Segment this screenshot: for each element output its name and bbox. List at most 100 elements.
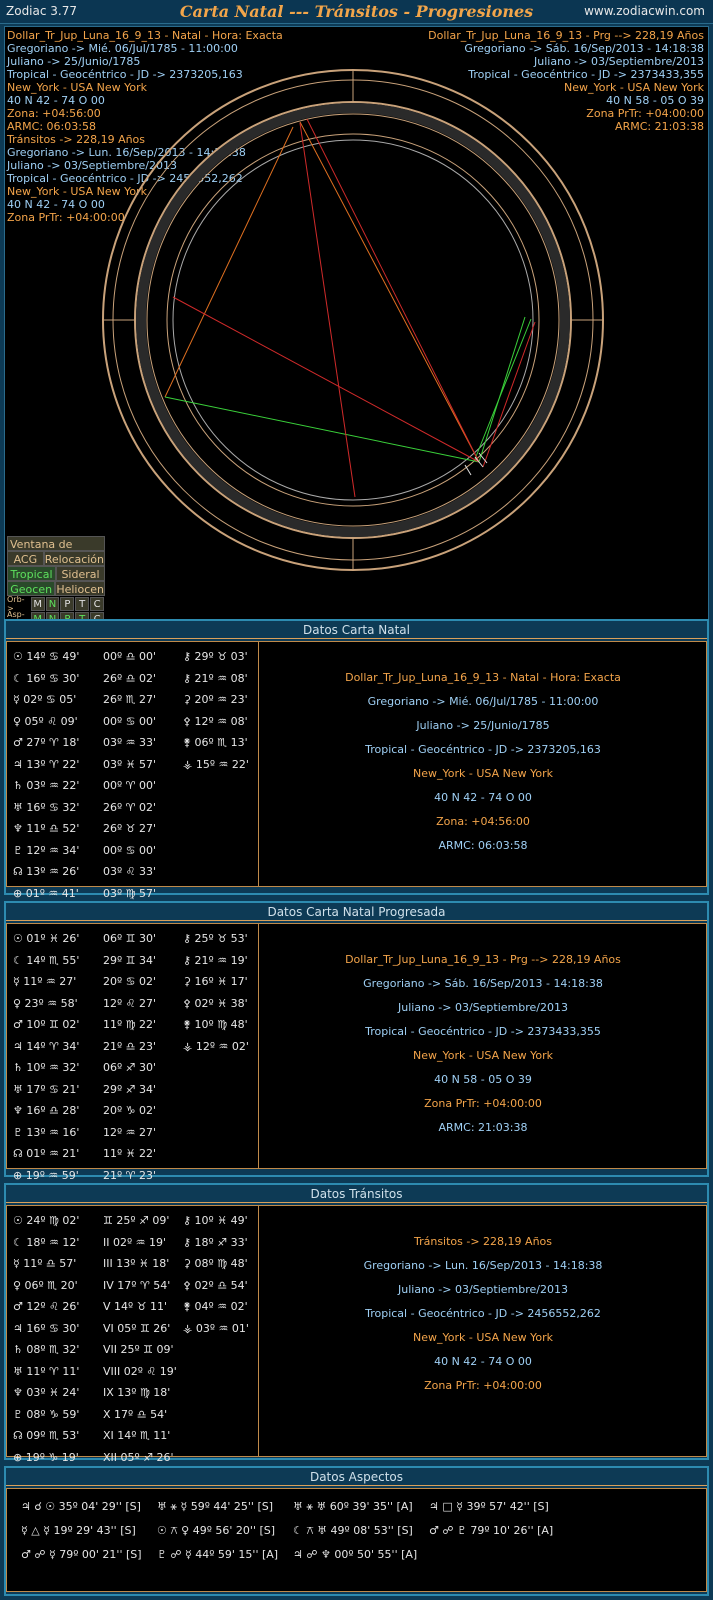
planet-cell: ☿ 11º ♒ 27' xyxy=(13,975,77,988)
orb-p-button[interactable]: P xyxy=(60,596,75,611)
natal-header: Datos Carta Natal xyxy=(6,621,707,639)
aspect-cell: ♅ ⚹ ♅ 60º 39' 35'' [A] xyxy=(293,1500,413,1513)
planet-cell: XI 14º ♏ 11' xyxy=(103,1429,171,1442)
planet-cell: 03º ♌ 33' xyxy=(103,865,157,878)
acg-button[interactable]: ACG xyxy=(7,551,44,566)
planet-row: ☊ 09º ♏ 53' XI 14º ♏ 11' xyxy=(7,1425,258,1447)
planet-cell: V 14º ♉ 11' xyxy=(103,1300,168,1313)
planet-row: ☉ 14º ♋ 49' 00º ♎ 00' ⚷ 29º ♉ 03' xyxy=(7,646,258,668)
planet-cell: ♇ 13º ♒ 16' xyxy=(13,1125,80,1139)
aspect-row: ♃ ☌ ☉ 35º 04' 29'' [S] ♅ ⚹ ☿ 59º 44' 25''… xyxy=(21,1495,706,1519)
planet-cell: 00º ♋ 00' xyxy=(103,714,157,728)
planet-cell: II 02º ♒ 19' xyxy=(103,1235,167,1249)
planet-cell: 20º ♑ 02' xyxy=(103,1104,157,1117)
planet-cell: ⚴ 02º ♎ 54' xyxy=(183,1278,248,1292)
aspects-header: Datos Aspectos xyxy=(6,1468,707,1486)
planet-cell: ♂ 27º ♈ 18' xyxy=(13,736,80,749)
relocation-button[interactable]: Relocación xyxy=(43,551,105,566)
info-line: Zona: +04:56:00 xyxy=(436,815,530,828)
natal-planet-list: ☉ 14º ♋ 49' 00º ♎ 00' ⚷ 29º ♉ 03' ☾ 16º ♋ 3… xyxy=(7,642,259,900)
planet-row: ♆ 16º ♎ 28' 20º ♑ 02' xyxy=(7,1100,258,1122)
planet-row: ♄ 08º ♏ 32' VII 25º ♊ 09' xyxy=(7,1339,258,1361)
planet-row: ♆ 03º ♓ 24' IX 13º ♍ 18' xyxy=(7,1382,258,1404)
planet-cell: 20º ♋ 02' xyxy=(103,975,157,988)
info-line: ARMC: 21:03:38 xyxy=(438,1121,528,1134)
orb-t-button[interactable]: T xyxy=(75,596,90,611)
astrology-wheel[interactable] xyxy=(5,27,710,628)
sideral-button[interactable]: Sideral xyxy=(56,566,105,581)
planet-cell: ☉ 01º ♓ 26' xyxy=(13,932,80,945)
planet-cell: ♃ 16º ♋ 30' xyxy=(13,1321,80,1335)
aspect-cell: ♇ ☍ ☿ 44º 59' 15'' [A] xyxy=(157,1548,279,1561)
website-link[interactable]: www.zodiacwin.com xyxy=(584,4,705,18)
aspect-cell: ♃ □ ☿ 39º 57' 42'' [S] xyxy=(429,1500,549,1513)
aspect-cell: ♂ ☍ ☿ 79º 00' 21'' [S] xyxy=(21,1548,142,1561)
planet-row: ♃ 13º ♈ 22' 03º ♓ 57' ⚶ 15º ♒ 22' xyxy=(7,754,258,776)
orb-c-button[interactable]: C xyxy=(90,596,105,611)
planet-row: ♀ 05º ♌ 09' 00º ♋ 00' ⚴ 12º ♒ 08' xyxy=(7,711,258,733)
planet-row: ♀ 23º ♒ 58' 12º ♌ 27' ⚴ 02º ♓ 38' xyxy=(7,993,258,1015)
planet-row: ☊ 13º ♒ 26' 03º ♌ 33' xyxy=(7,861,258,883)
transits-panel: Datos Tránsitos ☉ 24º ♍ 02' ♊ 25º ♐ 09' ⚷ … xyxy=(4,1183,709,1464)
planet-cell: VI 05º ♊ 26' xyxy=(103,1321,171,1335)
planet-cell: 12º ♌ 27' xyxy=(103,996,157,1010)
aspects-list: ♃ ☌ ☉ 35º 04' 29'' [S] ♅ ⚹ ☿ 59º 44' 25''… xyxy=(6,1488,707,1592)
planet-cell: XII 05º ♐ 26' xyxy=(103,1450,174,1464)
tropical-button[interactable]: Tropical xyxy=(7,566,56,581)
info-line: Tránsitos -> 228,19 Años xyxy=(413,1235,553,1248)
planet-cell: 26º ♏ 27' xyxy=(103,693,157,706)
planet-cell: VII 25º ♊ 09' xyxy=(103,1343,174,1356)
planet-cell: ⚳ 16º ♓ 17' xyxy=(183,975,248,988)
planet-row: ♃ 14º ♈ 34' 21º ♎ 23' ⚶ 12º ♒ 02' xyxy=(7,1036,258,1058)
info-line: ARMC: 06:03:58 xyxy=(438,839,528,852)
chart-area[interactable]: Dollar_Tr_Jup_Luna_16_9_13 - Natal - Hor… xyxy=(4,26,710,628)
planet-cell: ☿ 11º ♎ 57' xyxy=(13,1257,77,1270)
planet-cell: ♄ 03º ♒ 22' xyxy=(13,779,80,792)
planet-cell: ♅ 11º ♈ 11' xyxy=(13,1364,80,1378)
info-line: 40 N 42 - 74 O 00 xyxy=(434,1355,532,1368)
planet-cell: ♃ 14º ♈ 34' xyxy=(13,1039,80,1053)
planet-row: ♅ 17º ♋ 21' 29º ♐ 34' xyxy=(7,1079,258,1101)
info-line: New_York - USA New York xyxy=(413,1331,553,1344)
planet-cell: ♀ 06º ♏ 20' xyxy=(13,1278,78,1292)
planet-cell: 11º ♍ 22' xyxy=(103,1018,157,1031)
planet-row: ☾ 14º ♏ 55' 29º ♊ 34' ⚷ 21º ♒ 19' xyxy=(7,950,258,972)
planet-cell: 06º ♊ 30' xyxy=(103,932,157,945)
planet-row: ☿ 11º ♎ 57' III 13º ♓ 18' ⚳ 08º ♍ 48' xyxy=(7,1253,258,1275)
planet-cell: ⚷ 10º ♓ 49' xyxy=(183,1214,248,1227)
orb-n-button[interactable]: N xyxy=(45,596,60,611)
aspect-cell: ♂ ☍ ♇ 79º 10' 26'' [A] xyxy=(429,1524,554,1537)
planet-cell: ☿ 02º ♋ 05' xyxy=(13,693,77,706)
planet-cell: ☾ 14º ♏ 55' xyxy=(13,953,80,967)
progressed-panel: Datos Carta Natal Progresada ☉ 01º ♓ 26'… xyxy=(4,901,709,1182)
heliocentric-button[interactable]: Heliocen xyxy=(55,581,105,596)
planet-cell: IX 13º ♍ 18' xyxy=(103,1386,171,1399)
aspect-cell xyxy=(429,1543,565,1567)
aspect-cell: ☉ ⚻ ♀ 49º 56' 20'' [S] xyxy=(157,1524,276,1537)
orb-m-button[interactable]: M xyxy=(30,596,45,611)
title-bar: Zodiac 3.77 Carta Natal --- Tránsitos - … xyxy=(0,0,713,24)
aspect-cell: ☿ △ ☿ 19º 29' 43'' [S] xyxy=(21,1524,136,1537)
planet-cell: ⚷ 25º ♉ 53' xyxy=(183,932,248,945)
planet-cell: 00º ♎ 00' xyxy=(103,650,157,663)
planet-cell: 11º ♓ 22' xyxy=(103,1147,157,1160)
planet-row: ⊕ 19º ♑ 19' XII 05º ♐ 26' xyxy=(7,1447,258,1469)
planet-cell: ♃ 13º ♈ 22' xyxy=(13,757,80,771)
aspects-panel: Datos Aspectos ♃ ☌ ☉ 35º 04' 29'' [S] ♅ ⚹… xyxy=(4,1466,709,1596)
cycles-window-button[interactable]: Ventana de Ciclos xyxy=(7,536,105,566)
planet-cell: ⚷ 21º ♒ 08' xyxy=(183,671,248,685)
planet-row: ♂ 12º ♌ 26' V 14º ♉ 11' ⚵ 04º ♒ 02' xyxy=(7,1296,258,1318)
info-line: Tropical - Geocéntrico - JD -> 2456552,2… xyxy=(365,1307,601,1320)
planet-row: ♃ 16º ♋ 30' VI 05º ♊ 26' ⚶ 03º ♒ 01' xyxy=(7,1318,258,1340)
info-line: Gregoriano -> Mié. 06/Jul/1785 - 11:00:0… xyxy=(367,695,599,708)
planet-cell: ♄ 08º ♏ 32' xyxy=(13,1343,80,1356)
planet-cell: ⚷ 29º ♉ 03' xyxy=(183,650,248,663)
planet-cell: 21º ♎ 23' xyxy=(103,1039,157,1053)
planet-cell: ♀ 23º ♒ 58' xyxy=(13,996,78,1010)
planet-cell: ♂ 10º ♊ 02' xyxy=(13,1018,80,1031)
aspect-row: ☿ △ ☿ 19º 29' 43'' [S] ☉ ⚻ ♀ 49º 56' 20''… xyxy=(21,1519,706,1543)
planet-cell: ☉ 24º ♍ 02' xyxy=(13,1214,80,1227)
planet-cell: ☾ 18º ♒ 12' xyxy=(13,1235,80,1249)
planet-row: ♇ 13º ♒ 16' 12º ♒ 27' xyxy=(7,1122,258,1144)
planet-cell: 03º ♓ 57' xyxy=(103,757,157,771)
